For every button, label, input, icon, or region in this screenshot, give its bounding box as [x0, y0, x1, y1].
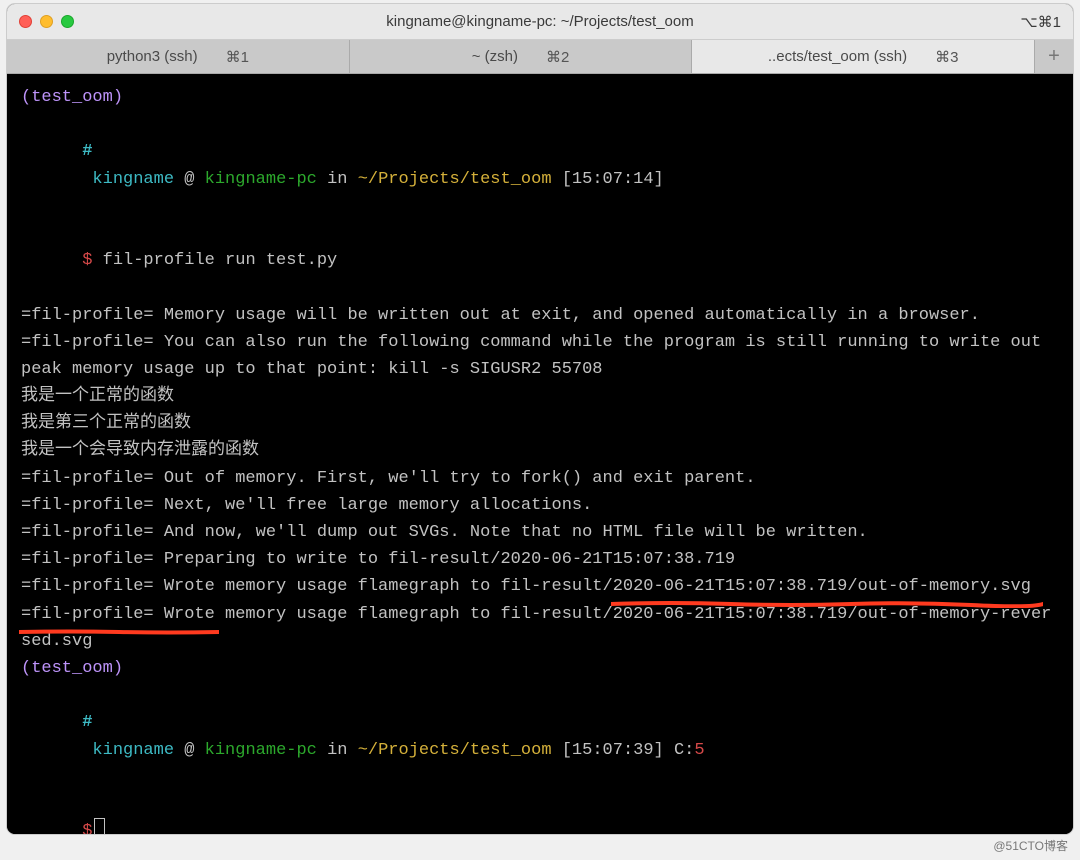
- window-title: kingname@kingname-pc: ~/Projects/test_oo…: [386, 13, 693, 30]
- terminal-window: kingname@kingname-pc: ~/Projects/test_oo…: [7, 4, 1073, 834]
- prompt-c: C:: [674, 741, 694, 760]
- prompt-dollar: $: [82, 251, 92, 270]
- prompt-in: in: [317, 170, 358, 189]
- output-line: 我是一个正常的函数: [21, 383, 1059, 410]
- annotation-underline-1: [611, 591, 1043, 599]
- maximize-button[interactable]: [61, 15, 74, 28]
- prompt-time: [15:07:14]: [552, 170, 664, 189]
- add-tab-button[interactable]: +: [1035, 40, 1073, 73]
- tab-label: ~ (zsh): [472, 48, 518, 65]
- watermark: @51CTO博客: [993, 837, 1068, 854]
- prompt-user: kingname: [92, 741, 174, 760]
- cursor: [94, 818, 105, 834]
- prompt-host: kingname-pc: [205, 170, 317, 189]
- prompt-time: [15:07:39]: [552, 741, 674, 760]
- annotation-underline-2: [19, 619, 219, 627]
- prompt-host: kingname-pc: [205, 741, 317, 760]
- tab-label: ..ects/test_oom (ssh): [768, 48, 907, 65]
- tab-test-oom[interactable]: ..ects/test_oom (ssh) ⌘3: [692, 40, 1035, 73]
- close-button[interactable]: [19, 15, 32, 28]
- output-line: =fil-profile= And now, we'll dump out SV…: [21, 519, 1059, 546]
- prompt-at: @: [174, 741, 205, 760]
- prompt-dollar: $: [82, 822, 92, 834]
- prompt-c-val: 5: [694, 741, 704, 760]
- tab-zsh[interactable]: ~ (zsh) ⌘2: [350, 40, 693, 73]
- output-line: =fil-profile= Memory usage will be writt…: [21, 302, 1059, 329]
- window-shortcut: ⌥⌘1: [1020, 13, 1061, 31]
- output-line: 我是一个会导致内存泄露的函数: [21, 437, 1059, 464]
- plus-icon: +: [1048, 45, 1060, 68]
- titlebar: kingname@kingname-pc: ~/Projects/test_oo…: [7, 4, 1073, 40]
- output-line: 我是第三个正常的函数: [21, 410, 1059, 437]
- tab-shortcut: ⌘1: [226, 48, 249, 66]
- prompt-in: in: [317, 741, 358, 760]
- tab-bar: python3 (ssh) ⌘1 ~ (zsh) ⌘2 ..ects/test_…: [7, 40, 1073, 74]
- terminal-content[interactable]: (test_oom) # kingname @ kingname-pc in ~…: [7, 74, 1073, 834]
- minimize-button[interactable]: [40, 15, 53, 28]
- prompt-at: @: [174, 170, 205, 189]
- tab-label: python3 (ssh): [107, 48, 198, 65]
- output-line: =fil-profile= Next, we'll free large mem…: [21, 492, 1059, 519]
- output-line: =fil-profile= Out of memory. First, we'l…: [21, 465, 1059, 492]
- prompt-path: ~/Projects/test_oom: [358, 170, 552, 189]
- virtualenv-name: (test_oom): [21, 88, 123, 107]
- prompt-user: kingname: [92, 170, 174, 189]
- prompt-hash: #: [82, 713, 92, 732]
- tab-shortcut: ⌘2: [546, 48, 569, 66]
- output-line: =fil-profile= You can also run the follo…: [21, 329, 1059, 383]
- output-line: =fil-profile= Preparing to write to fil-…: [21, 546, 1059, 573]
- virtualenv-name: (test_oom): [21, 659, 123, 678]
- window-controls: [19, 15, 74, 28]
- tab-shortcut: ⌘3: [935, 48, 958, 66]
- prompt-path: ~/Projects/test_oom: [358, 741, 552, 760]
- tab-python3[interactable]: python3 (ssh) ⌘1: [7, 40, 350, 73]
- prompt-hash: #: [82, 142, 92, 161]
- command-text: fil-profile run test.py: [92, 251, 337, 270]
